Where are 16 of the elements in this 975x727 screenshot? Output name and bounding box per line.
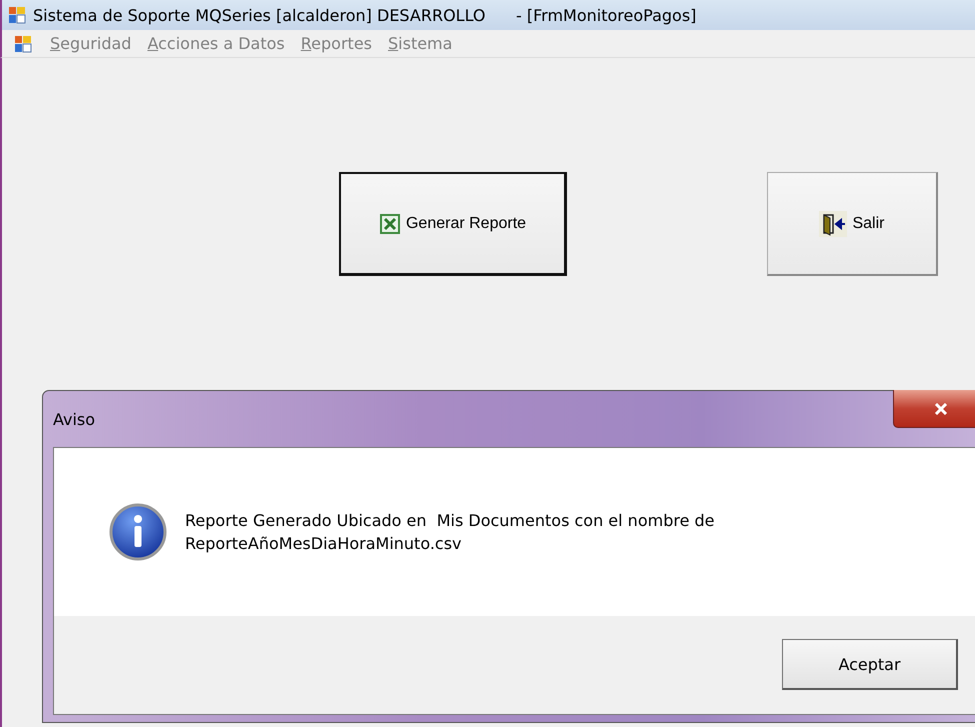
info-icon — [109, 503, 167, 561]
menu-item[interactable]: Sistema — [380, 34, 460, 53]
close-icon — [934, 402, 948, 414]
menu-item[interactable]: Reportes — [292, 34, 380, 53]
dialog-message: Reporte Generado Ubicado en Mis Documentos con el nombre de ReporteAñoMesDiaHoraMinuto.csv — [185, 510, 714, 555]
spreadsheet-icon — [378, 212, 401, 234]
dialog-title: Aviso — [53, 410, 96, 428]
menu-app-icon — [14, 34, 32, 52]
close-button[interactable] — [893, 390, 975, 428]
app-icon — [8, 6, 26, 24]
window-title: Sistema de Soporte MQSeries [alcalderon] DESARROLLO - [FrmMonitoreoPagos] — [33, 6, 696, 24]
menu-item[interactable]: Acciones a Datos — [139, 34, 293, 53]
menu-item[interactable]: Seguridad — [42, 34, 140, 53]
accept-button[interactable]: Aceptar — [782, 639, 958, 690]
exit-button[interactable]: Salir — [767, 172, 938, 276]
generate-report-button[interactable]: Generar Reporte — [339, 172, 567, 276]
